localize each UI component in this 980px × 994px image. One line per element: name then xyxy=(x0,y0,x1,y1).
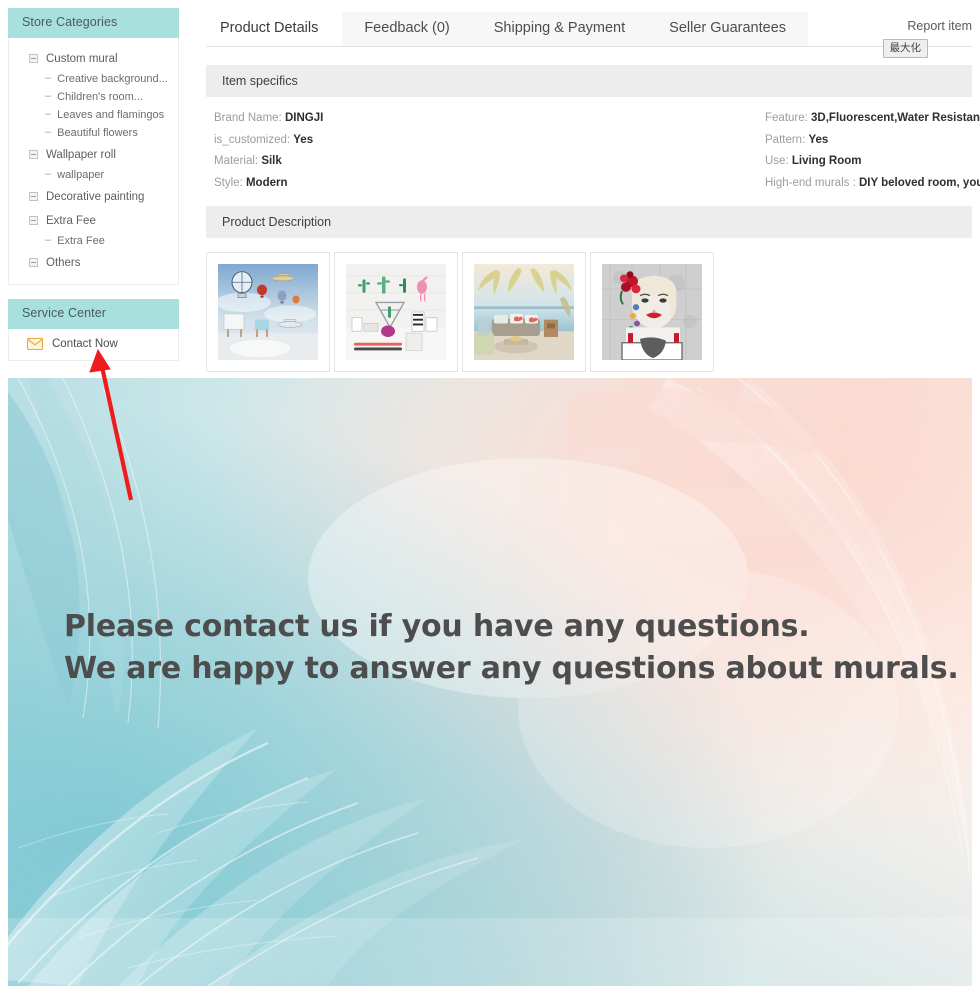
spec-value: DIY beloved room, you will be the best d… xyxy=(858,176,980,189)
item-specifics-heading: Item specifics xyxy=(206,65,972,97)
tab-bar: Product Details Feedback (0) Shipping & … xyxy=(206,8,972,59)
banner-line-2: We are happy to answer any questions abo… xyxy=(64,651,959,686)
banner-line-1: Please contact us if you have any questi… xyxy=(64,609,810,644)
category-parent-label: Decorative painting xyxy=(46,190,145,203)
category-tree: Custom mural – Creative background... – Chil… xyxy=(9,38,178,284)
dash-icon: – xyxy=(45,108,52,121)
banner-message: Please contact us if you have any questi… xyxy=(64,606,959,690)
tab-product-details[interactable]: Product Details xyxy=(206,20,342,47)
tree-collapse-icon[interactable] xyxy=(29,150,38,160)
spec-key: Material: xyxy=(214,155,259,167)
contact-now-label: Contact Now xyxy=(52,337,118,350)
inactive-tabs-group: Feedback (0) Shipping & Payment Seller G… xyxy=(342,11,809,46)
category-parent-label: Extra Fee xyxy=(46,214,96,227)
spec-value: Living Room xyxy=(791,155,862,167)
category-parent-decorative-painting[interactable]: Decorative painting xyxy=(9,186,178,208)
spec-row: is_customized: Yes xyxy=(214,130,589,152)
spec-value: DINGJI xyxy=(284,112,324,124)
report-item-link[interactable]: Report item xyxy=(907,19,972,33)
spec-row: Material: Silk xyxy=(214,151,589,173)
spec-key: Pattern: xyxy=(765,133,806,146)
thumbnail-hot-air-balloon-nursery[interactable] xyxy=(206,252,330,372)
category-child-link[interactable]: – Leaves and flamingos xyxy=(9,106,178,124)
category-child-label: Beautiful flowers xyxy=(57,126,138,139)
category-group: Extra Fee – Extra Fee xyxy=(9,210,178,250)
category-parent-wallpaper-roll[interactable]: Wallpaper roll xyxy=(9,144,178,166)
product-page: Store Categories Custom mural – Creative b… xyxy=(0,0,980,994)
category-group: Others xyxy=(9,252,178,274)
dash-icon: – xyxy=(45,126,52,139)
dash-icon: – xyxy=(45,234,52,247)
category-parent-others[interactable]: Others xyxy=(9,252,178,274)
maximize-button[interactable]: 最大化 xyxy=(882,39,928,59)
tree-collapse-icon[interactable] xyxy=(29,192,38,202)
category-child-label: Extra Fee xyxy=(57,234,105,247)
spec-value: Modern xyxy=(245,176,288,189)
category-child-link[interactable]: – wallpaper xyxy=(9,166,178,184)
item-specifics-grid: Brand Name: DINGJI is_customized: Yes Mate… xyxy=(206,97,980,198)
category-child-link[interactable]: – Creative background... xyxy=(9,70,178,88)
store-categories-title: Store Categories xyxy=(8,8,179,38)
spec-key: High-end murals : xyxy=(765,176,856,189)
tree-collapse-icon[interactable] xyxy=(29,54,38,64)
thumbnail-marilyn-monroe-graffiti[interactable] xyxy=(590,252,714,372)
category-child-link[interactable]: – Children's room... xyxy=(9,88,178,106)
spec-value: Silk xyxy=(261,155,282,167)
category-child-label: Creative background... xyxy=(57,72,168,85)
service-center-title: Service Center xyxy=(8,298,179,329)
spec-key: Use: xyxy=(765,155,789,167)
contact-now-link[interactable]: Contact Now xyxy=(9,329,178,360)
category-child-link[interactable]: – Beautiful flowers xyxy=(9,124,178,142)
dash-icon: – xyxy=(45,90,52,103)
category-parent-label: Others xyxy=(46,256,81,269)
category-child-label: wallpaper xyxy=(57,168,105,181)
tree-collapse-icon[interactable] xyxy=(29,258,38,268)
spec-value: 3D,Fluorescent,Water Resistant,Mildew Re… xyxy=(811,112,980,124)
category-group: Custom mural – Creative background... – Chil… xyxy=(9,48,178,142)
category-group: Wallpaper roll – wallpaper xyxy=(9,144,178,184)
contact-banner: Please contact us if you have any questi… xyxy=(8,378,972,986)
spec-key: Style: xyxy=(214,176,243,189)
tab-seller-guarantees[interactable]: Seller Guarantees xyxy=(647,11,809,46)
category-parent-custom-mural[interactable]: Custom mural xyxy=(9,48,178,70)
dash-icon: – xyxy=(45,168,52,181)
store-categories-panel: Store Categories Custom mural – Creative b… xyxy=(8,8,179,285)
spec-key: Feature: xyxy=(765,112,808,124)
spec-key: Brand Name: xyxy=(214,112,282,124)
tab-shipping-payment[interactable]: Shipping & Payment xyxy=(471,11,648,46)
panel-spacer xyxy=(8,285,179,299)
product-thumbnail-strip xyxy=(206,238,972,372)
top-region: Store Categories Custom mural – Creative b… xyxy=(0,0,980,378)
item-specifics-left-column: Brand Name: DINGJI is_customized: Yes Mate… xyxy=(206,108,589,194)
tree-collapse-icon[interactable] xyxy=(29,216,38,226)
category-child-label: Leaves and flamingos xyxy=(57,108,165,121)
main-content: Product Details Feedback (0) Shipping & … xyxy=(206,8,980,372)
spec-row: Brand Name: DINGJI xyxy=(214,108,589,130)
item-specifics-right-column: Feature: 3D,Fluorescent,Water Resistant,… xyxy=(589,108,980,194)
sidebar: Store Categories Custom mural – Creative b… xyxy=(8,8,179,361)
tab-feedback[interactable]: Feedback (0) xyxy=(342,11,472,46)
envelope-icon xyxy=(27,337,43,350)
spec-row: Use: Living Room xyxy=(765,151,980,173)
category-parent-extra-fee[interactable]: Extra Fee xyxy=(9,210,178,232)
category-child-label: Children's room... xyxy=(57,90,143,103)
spec-key: is_customized: xyxy=(214,133,291,146)
category-parent-label: Custom mural xyxy=(46,52,118,65)
category-child-link[interactable]: – Extra Fee xyxy=(9,232,178,250)
dash-icon: – xyxy=(45,72,52,85)
spec-value: Yes xyxy=(293,133,314,146)
thumbnail-cactus-flamingo-scandinavian[interactable] xyxy=(334,252,458,372)
spec-row: Pattern: Yes xyxy=(765,130,980,152)
category-group: Decorative painting xyxy=(9,186,178,208)
spec-row: Feature: 3D,Fluorescent,Water Resistant,… xyxy=(765,108,980,130)
spec-value: Yes xyxy=(808,133,829,146)
service-center-panel: Service Center Contact Now xyxy=(8,298,179,361)
spec-row: Style: Modern xyxy=(214,173,589,195)
thumbnail-palm-leaf-beach-living-room[interactable] xyxy=(462,252,586,372)
category-parent-label: Wallpaper roll xyxy=(46,148,116,161)
spec-row: High-end murals : DIY beloved room, you … xyxy=(765,173,980,195)
product-description-heading: Product Description xyxy=(206,206,972,238)
